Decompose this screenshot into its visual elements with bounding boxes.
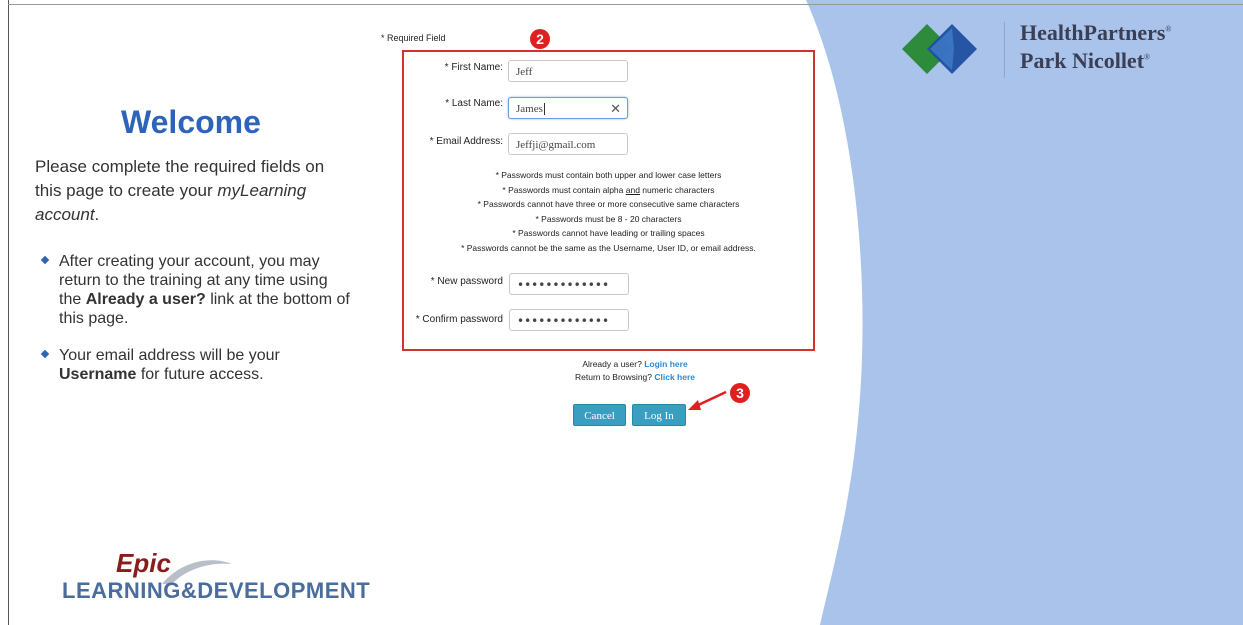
learning-development-wordmark: LEARNING&DEVELOPMENT (62, 578, 371, 603)
intro-mylearning: myLearning (217, 181, 307, 200)
required-field-note: * Required Field (381, 33, 446, 43)
healthpartners-diamond-icon (902, 24, 977, 74)
annotation-arrow-icon (688, 390, 727, 410)
frame-border-top (8, 4, 1243, 5)
bullet-returning: After creating your account, you may ret… (40, 252, 372, 328)
cancel-button[interactable]: Cancel (573, 404, 626, 426)
last-name-label: * Last Name: (445, 98, 503, 109)
logo-divider (1004, 22, 1005, 78)
bullet1-line-4: this page. (59, 310, 129, 327)
password-rule: * Passwords cannot be the same as the Us… (461, 242, 756, 253)
click-here-link[interactable]: Click here (654, 372, 695, 382)
first-name-label: * First Name: (444, 62, 503, 73)
bullet2-username: Username (59, 366, 137, 383)
welcome-intro: Please complete the required fields on t… (35, 155, 375, 227)
new-password-input[interactable]: ••••••••••••• (509, 273, 629, 295)
password-rule: * Passwords cannot have three or more co… (477, 199, 740, 209)
healthpartners-logo: HealthPartners® Park Nicollet® (900, 18, 1230, 88)
login-here-link[interactable]: Login here (644, 359, 687, 369)
new-password-label: * New password (430, 276, 503, 287)
first-name-input[interactable]: Jeff (508, 60, 628, 82)
account-links: Already a user? Login here Return to Bro… (560, 358, 710, 384)
welcome-title: Welcome (121, 104, 261, 140)
password-rules: * Passwords must contain both upper and … (402, 168, 815, 255)
already-user-text: Already a user? (582, 359, 642, 369)
intro-account: account (35, 205, 95, 224)
bullet-diamond-icon (40, 255, 50, 265)
password-rule: * Passwords must be 8 - 20 characters (535, 213, 682, 224)
confirm-password-input[interactable]: ••••••••••••• (509, 309, 629, 331)
email-input[interactable]: Jeffji@gmail.com (508, 133, 628, 155)
frame-border-left (8, 0, 9, 625)
last-name-value: James (516, 103, 543, 115)
epic-learning-logo: Epic LEARNING&DEVELOPMENT (62, 548, 402, 608)
intro-line-1: Please complete the required fields on (35, 157, 325, 176)
bullet2-line-2: for future access. (136, 366, 264, 383)
bullet1-already-user: Already a user? (85, 291, 206, 308)
clear-icon[interactable]: ✕ (610, 98, 621, 120)
annotation-badge-3: 3 (730, 383, 750, 403)
last-name-input[interactable]: James ✕ (508, 97, 628, 119)
login-button[interactable]: Log In (632, 404, 686, 426)
park-nicollet-wordmark: Park Nicollet® (1020, 48, 1151, 73)
email-label: * Email Address: (429, 136, 503, 147)
intro-period: . (94, 205, 100, 224)
bullet-username: Your email address will be your Username… (40, 346, 372, 384)
intro-line-2: this page to create your (35, 181, 218, 200)
bullet-diamond-icon (40, 349, 50, 359)
bullet1-line-1: After creating your account, you may (59, 253, 320, 270)
healthpartners-wordmark: HealthPartners® (1020, 20, 1172, 45)
confirm-password-label: * Confirm password (415, 314, 503, 325)
password-rule: * Passwords must contain both upper and … (495, 170, 722, 180)
bullet1-line-3a: the (59, 291, 86, 308)
bullet1-line-2: return to the training at any time using (59, 272, 328, 289)
password-rule: * Passwords must contain alpha and numer… (502, 184, 715, 195)
return-browsing-text: Return to Browsing? (574, 372, 652, 382)
bullet2-line-1: Your email address will be your (59, 347, 280, 364)
bullet1-line-3b: link at the bottom of (205, 291, 350, 308)
epic-wordmark: Epic (116, 548, 171, 578)
password-rule: * Passwords cannot have leading or trail… (512, 228, 705, 238)
annotation-badge-2: 2 (530, 29, 550, 49)
